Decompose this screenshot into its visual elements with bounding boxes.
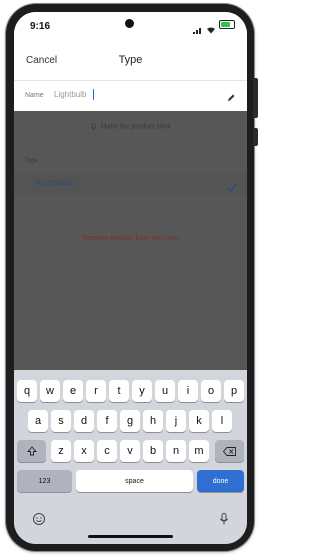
dimmed-content: Make the product blink Type Micromodule …: [14, 111, 247, 370]
key-s[interactable]: s: [51, 410, 71, 432]
checkmark-icon: [227, 179, 237, 193]
type-section-label: Type: [25, 158, 39, 164]
key-b[interactable]: b: [143, 440, 163, 462]
key-o[interactable]: o: [201, 380, 221, 402]
key-k[interactable]: k: [189, 410, 209, 432]
type-option[interactable]: Micromodule: [14, 173, 247, 195]
type-option-label: Micromodule: [34, 180, 75, 187]
keyboard: q w e r t y u i o p a s d f g h j k l z: [14, 370, 247, 544]
key-r[interactable]: r: [86, 380, 106, 402]
keyboard-row-2: a s d f g h j k l: [14, 410, 247, 432]
bulb-icon: [90, 123, 97, 130]
power-button: [253, 128, 258, 146]
key-q[interactable]: q: [17, 380, 37, 402]
name-input[interactable]: [54, 90, 204, 99]
key-u[interactable]: u: [155, 380, 175, 402]
home-indicator: [88, 535, 173, 538]
signal-icon: [193, 21, 203, 34]
blink-label: Make the product blink: [100, 123, 172, 131]
name-row: Name: [14, 80, 247, 112]
front-camera: [125, 19, 134, 28]
done-key[interactable]: done: [197, 470, 244, 492]
name-label: Name: [25, 92, 44, 99]
key-w[interactable]: w: [40, 380, 60, 402]
blink-product-button[interactable]: Make the product blink: [14, 123, 247, 130]
pencil-icon[interactable]: [226, 90, 236, 101]
remove-product-button[interactable]: Remove product from the room: [14, 235, 247, 242]
space-key[interactable]: space: [76, 470, 193, 492]
shift-icon: [26, 446, 37, 456]
keyboard-row-3: z x c v b n m: [14, 440, 247, 462]
key-m[interactable]: m: [189, 440, 209, 462]
key-v[interactable]: v: [120, 440, 140, 462]
numbers-key[interactable]: 123: [17, 470, 72, 492]
key-p[interactable]: p: [224, 380, 244, 402]
key-l[interactable]: l: [212, 410, 232, 432]
status-bar: 9:16: [14, 12, 247, 40]
key-i[interactable]: i: [178, 380, 198, 402]
key-x[interactable]: x: [74, 440, 94, 462]
key-h[interactable]: h: [143, 410, 163, 432]
status-time: 9:16: [30, 21, 51, 32]
battery-icon: [219, 20, 235, 29]
key-g[interactable]: g: [120, 410, 140, 432]
key-t[interactable]: t: [109, 380, 129, 402]
status-icons: [193, 20, 235, 34]
microphone-icon[interactable]: [217, 512, 231, 526]
key-z[interactable]: z: [51, 440, 71, 462]
keyboard-row-1: q w e r t y u i o p: [14, 380, 247, 402]
shift-key[interactable]: [17, 440, 46, 462]
key-e[interactable]: e: [63, 380, 83, 402]
backspace-icon: [223, 446, 236, 456]
key-f[interactable]: f: [97, 410, 117, 432]
key-j[interactable]: j: [166, 410, 186, 432]
navigation-bar: Cancel Type: [14, 40, 247, 80]
page-title: Type: [118, 54, 143, 66]
key-d[interactable]: d: [74, 410, 94, 432]
key-c[interactable]: c: [97, 440, 117, 462]
volume-button: [253, 78, 258, 118]
key-a[interactable]: a: [28, 410, 48, 432]
wifi-icon: [206, 21, 216, 33]
screen: 9:16 Cancel Type Name Make the product b…: [14, 12, 247, 544]
emoji-icon[interactable]: [32, 512, 46, 526]
key-n[interactable]: n: [166, 440, 186, 462]
text-cursor: [93, 89, 94, 100]
backspace-key[interactable]: [215, 440, 244, 462]
keyboard-row-4: 123 space done: [14, 470, 247, 492]
key-y[interactable]: y: [132, 380, 152, 402]
